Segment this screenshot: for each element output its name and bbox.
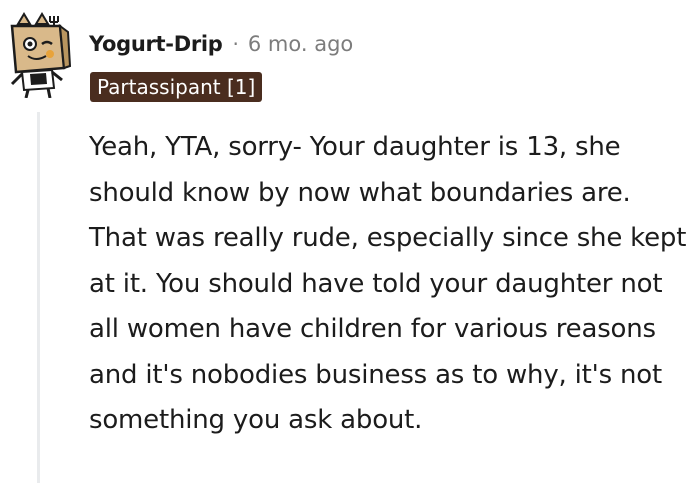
comment: Yogurt-Drip · 6 mo. ago Partassipant [1]… [0,0,700,483]
timestamp-link[interactable]: 6 mo. ago [248,32,353,56]
username-link[interactable]: Yogurt-Drip [89,32,223,56]
comment-meta: Yogurt-Drip · 6 mo. ago [89,29,353,59]
user-flair-badge: Partassipant [1] [90,72,263,102]
comment-body: Yeah, YTA, sorry- Your daughter is 13, s… [89,132,687,435]
thread-line[interactable] [37,112,40,483]
meta-separator: · [232,32,239,56]
avatar[interactable] [6,10,74,99]
snoo-box-avatar-icon [10,12,72,99]
